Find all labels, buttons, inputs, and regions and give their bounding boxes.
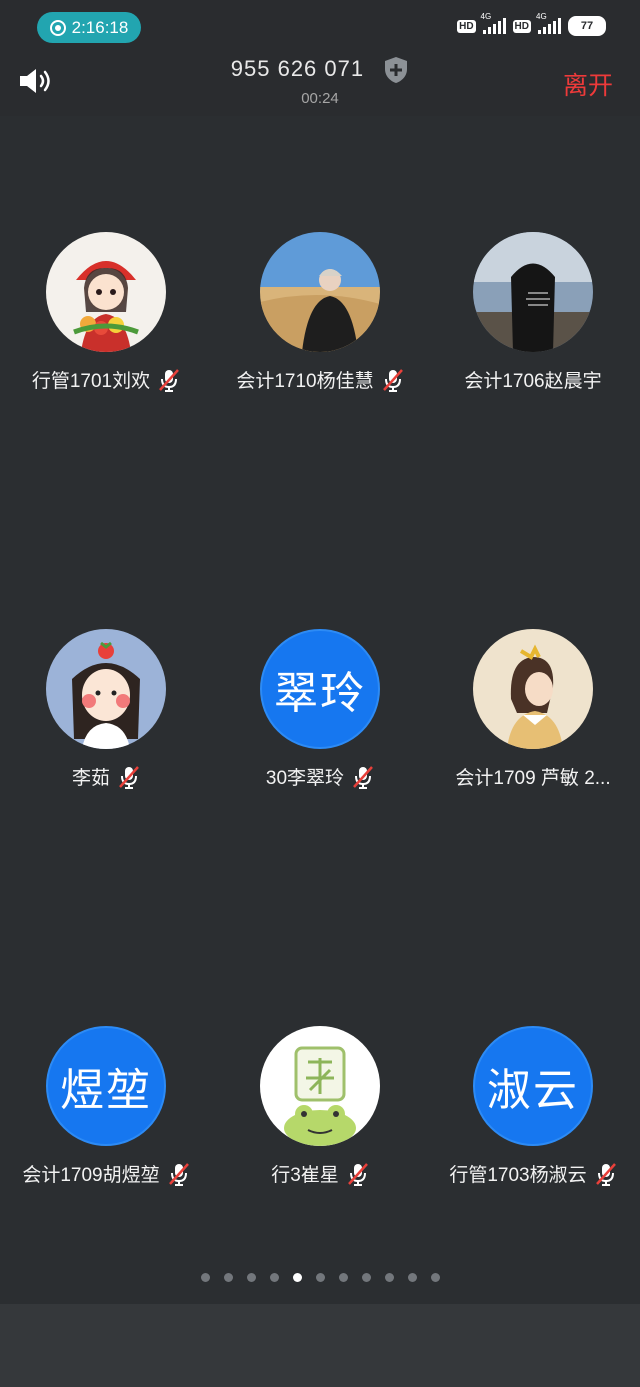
- mic-muted-icon: [168, 1162, 189, 1186]
- mic-muted-icon: [595, 1162, 616, 1186]
- avatar: [473, 232, 593, 352]
- mic-muted-icon: [347, 1162, 368, 1186]
- participant-name-row: 30李翠玲: [220, 763, 420, 790]
- page-dot[interactable]: [223, 1273, 233, 1282]
- leave-button[interactable]: 离开: [563, 66, 613, 102]
- avatar: [473, 629, 593, 749]
- participant-tile[interactable]: 翠玲 30李翠玲: [220, 629, 420, 790]
- signal-icon: 4G: [481, 12, 506, 34]
- participant-name: 30李翠玲: [265, 768, 345, 789]
- participant-tile[interactable]: 行3崔星: [220, 1026, 420, 1187]
- participant-name: 会计1710杨佳慧: [236, 371, 374, 392]
- shield-icon[interactable]: [383, 56, 409, 84]
- mic-muted-icon: [159, 368, 180, 392]
- meeting-id: 955 626 071: [230, 56, 365, 81]
- page-dot[interactable]: [361, 1273, 371, 1282]
- battery-indicator: 77: [568, 16, 606, 36]
- mic-muted-icon: [119, 765, 139, 789]
- participant-name-row: 行3崔星: [220, 1160, 420, 1187]
- participant-tile[interactable]: 煜堃 会计1709胡煜堃: [6, 1026, 206, 1187]
- bottom-toolbar: [0, 1304, 640, 1387]
- participant-name-row: 会计1709胡煜堃: [6, 1160, 206, 1187]
- participant-name: 会计1709胡煜堃: [22, 1165, 160, 1186]
- avatar: [46, 232, 166, 352]
- avatar: [46, 629, 166, 749]
- participant-name: 行3崔星: [271, 1165, 339, 1186]
- page-dot[interactable]: [200, 1273, 210, 1282]
- avatar: [260, 232, 380, 352]
- meeting-id-row[interactable]: 955 626 071: [0, 56, 640, 84]
- participant-tile[interactable]: 会计1710杨佳慧: [220, 232, 420, 393]
- participant-name: 李茹: [71, 768, 110, 789]
- avatar: 煜堃: [46, 1026, 166, 1146]
- avatar: [260, 1026, 380, 1146]
- participant-tile[interactable]: 淑云 行管1703杨淑云: [433, 1026, 633, 1187]
- page-dot[interactable]: [269, 1273, 279, 1282]
- participant-name-row: 会计1710杨佳慧: [220, 366, 420, 393]
- participant-name-row: 行管1701刘欢: [6, 366, 206, 393]
- participant-tile[interactable]: 会计1709 芦敏 2...: [433, 629, 633, 790]
- mic-muted-icon: [382, 368, 403, 392]
- call-duration: 00:24: [301, 90, 339, 107]
- participant-tile[interactable]: 会计1706赵晨宇: [433, 232, 633, 393]
- recording-time: 2:16:18: [71, 17, 129, 37]
- participant-name: 行管1701刘欢: [31, 371, 151, 392]
- page-dot[interactable]: [407, 1273, 417, 1282]
- avatar: 翠玲: [260, 629, 380, 749]
- page-dot[interactable]: [292, 1273, 302, 1282]
- participant-name: 会计1706赵晨宇: [464, 371, 602, 392]
- participant-name-row: 行管1703杨淑云: [433, 1160, 633, 1187]
- page-dot[interactable]: [246, 1273, 256, 1282]
- participant-tile[interactable]: 行管1701刘欢: [6, 232, 206, 393]
- participant-name-row: 李茹: [6, 763, 206, 790]
- page-indicator[interactable]: [0, 1273, 640, 1282]
- page-dot[interactable]: [315, 1273, 325, 1282]
- status-bar: 2:16:18 HD 4G HD 4G 77: [0, 0, 640, 52]
- system-icons: HD 4G HD 4G 77: [457, 12, 606, 36]
- participant-name-row: 会计1706赵晨宇: [433, 366, 633, 393]
- meeting-header: 955 626 071 00:24 离开: [0, 52, 640, 116]
- mic-muted-icon: [353, 765, 373, 789]
- record-icon: [49, 19, 66, 36]
- participant-name-row: 会计1709 芦敏 2...: [433, 763, 633, 790]
- page-dot[interactable]: [384, 1273, 394, 1282]
- signal-icon: 4G: [536, 12, 561, 34]
- page-dot[interactable]: [430, 1273, 440, 1282]
- participant-name: 会计1709 芦敏 2...: [455, 768, 611, 789]
- participants-grid: 行管1701刘欢 会计1710杨佳慧 会计1706赵晨宇 李茹 翠玲 30李翠玲…: [0, 116, 640, 1304]
- participant-name: 行管1703杨淑云: [449, 1165, 587, 1186]
- hd-badge: HD: [457, 19, 476, 33]
- hd-badge: HD: [512, 19, 531, 33]
- recording-indicator[interactable]: 2:16:18: [37, 12, 141, 43]
- avatar: 淑云: [473, 1026, 593, 1146]
- page-dot[interactable]: [338, 1273, 348, 1282]
- participant-tile[interactable]: 李茹: [6, 629, 206, 790]
